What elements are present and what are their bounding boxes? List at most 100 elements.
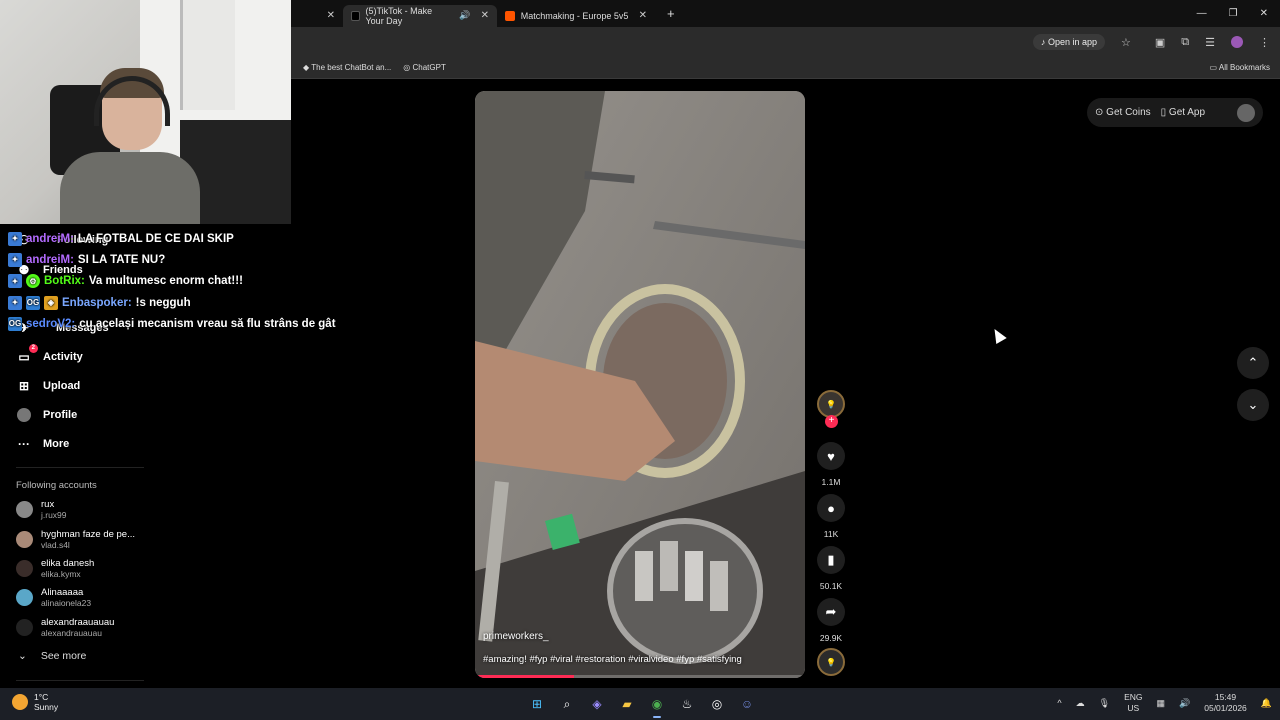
- avatar: [16, 501, 33, 518]
- browser-tab-bar: ✕ (5)TikTok - Make Your Day 🔊 ✕ Matchmak…: [291, 0, 1280, 27]
- obs-icon[interactable]: ◎: [707, 694, 727, 714]
- bookmark-label: The best ChatBot an...: [311, 63, 392, 72]
- activity-badge: 2: [28, 344, 38, 353]
- tab-title: (5)TikTok - Make Your Day: [365, 5, 433, 26]
- minimize-icon[interactable]: —: [1197, 8, 1207, 19]
- sidebar-item-more[interactable]: ··· More: [16, 436, 69, 452]
- save-button[interactable]: ▮: [817, 546, 845, 574]
- user-avatar[interactable]: [1237, 103, 1255, 122]
- next-video-button[interactable]: ⌄: [1237, 389, 1269, 421]
- new-tab-icon[interactable]: +: [667, 6, 675, 21]
- account-handle: j.rux99: [41, 510, 67, 520]
- following-accounts-title: Following accounts: [16, 480, 97, 491]
- sidebar-item-label: Activity: [43, 351, 83, 363]
- following-account[interactable]: Alinaaaaa alinaionela23: [16, 587, 156, 608]
- weather-temp: 1°C: [34, 692, 49, 702]
- sidebar-item-activity[interactable]: ▭ 2 Activity: [16, 344, 83, 365]
- windows-start-icon[interactable]: ⊞: [527, 694, 547, 714]
- menu-kebab-icon[interactable]: ⋮: [1259, 36, 1270, 49]
- weather-widget[interactable]: 1°C Sunny: [12, 692, 58, 712]
- bookmarks-bar: ◆ The best ChatBot an... ◎ ChatGPT ▭ All…: [291, 57, 1280, 79]
- language-indicator[interactable]: ENG US: [1124, 692, 1142, 714]
- notifications-icon[interactable]: 🔔: [1261, 698, 1272, 709]
- account-name: hyghman faze de pe...: [41, 529, 136, 540]
- screen: ✕ (5)TikTok - Make Your Day 🔊 ✕ Matchmak…: [0, 0, 1280, 720]
- chat-badge-icon: ✦: [8, 295, 22, 310]
- video-author[interactable]: primeworkers_: [483, 631, 549, 642]
- sidebar-item-upload[interactable]: ⊞ Upload: [16, 378, 80, 394]
- chevron-down-icon: ⌄: [18, 650, 27, 662]
- video-player[interactable]: primeworkers_ #amazing! #fyp #viral #res…: [475, 91, 805, 678]
- speaker-icon[interactable]: 🔊: [459, 10, 470, 21]
- close-tab-icon[interactable]: ✕: [481, 10, 489, 21]
- sound-disc-icon[interactable]: 💡: [817, 648, 845, 676]
- chat-message: ✦ OG ◈ Enbaspoker: !s negguh: [8, 292, 368, 313]
- following-account[interactable]: rux j.rux99: [16, 499, 156, 520]
- media-control-icon[interactable]: ☰: [1205, 36, 1215, 49]
- tab-unnamed[interactable]: ✕: [291, 5, 343, 27]
- see-more-button[interactable]: ⌄ See more: [18, 650, 86, 662]
- extension-icon[interactable]: ▣: [1155, 36, 1165, 49]
- sidebar-item-profile[interactable]: Profile: [16, 407, 77, 423]
- follow-plus-icon[interactable]: +: [825, 415, 838, 428]
- chat-text: Va multumesc enorm chat!!!: [88, 275, 243, 288]
- following-account[interactable]: elika danesh elika.kymx: [16, 558, 156, 579]
- save-count: 50.1K: [819, 581, 843, 591]
- chevron-up-icon[interactable]: ^: [1057, 698, 1061, 708]
- activity-icon: ▭ 2: [16, 344, 38, 365]
- chat-badge-icon: ✦: [8, 231, 22, 246]
- creator-avatar[interactable]: 💡: [817, 390, 845, 418]
- share-button[interactable]: ➦: [817, 598, 845, 626]
- window-controls: — ❐ ✕: [1197, 8, 1280, 19]
- bookmark-star-icon[interactable]: ☆: [1121, 36, 1131, 49]
- like-button[interactable]: ♥: [817, 442, 845, 470]
- bookmark-chatgpt[interactable]: ◎ ChatGPT: [403, 63, 446, 72]
- all-bookmarks-button[interactable]: ▭ All Bookmarks: [1210, 63, 1280, 72]
- microphone-icon[interactable]: 🎙: [1099, 698, 1110, 709]
- chat-message: ✦ andreiM: SI LA TATE NU?: [8, 249, 368, 270]
- chat-text: cu același mecanism vreau să flu strâns …: [79, 317, 336, 330]
- video-progress-fill: [475, 675, 574, 678]
- following-account[interactable]: hyghman faze de pe... vlad.s4l: [16, 529, 156, 550]
- chat-badge-icon: ✦: [8, 252, 22, 267]
- address-bar: ♪ Open in app ☆ ▣ ⧉ ☰ ⋮: [291, 27, 1280, 57]
- close-tab-icon[interactable]: ✕: [327, 10, 335, 21]
- tab-title: Matchmaking - Europe 5v5 Qu: [520, 10, 629, 21]
- webcam-person: [60, 68, 200, 224]
- mouse-cursor-icon: [989, 325, 1007, 345]
- network-icon[interactable]: ▦: [1157, 698, 1166, 709]
- profile-avatar-icon[interactable]: [1231, 36, 1243, 48]
- volume-icon[interactable]: 🔊: [1179, 698, 1190, 709]
- video-progress-bar[interactable]: [475, 675, 805, 678]
- get-app-button[interactable]: ▯ Get App: [1161, 107, 1205, 118]
- og-badge-icon: OG: [8, 316, 22, 331]
- search-icon[interactable]: ⌕: [557, 694, 577, 714]
- close-tab-icon[interactable]: ✕: [639, 10, 647, 21]
- get-coins-button[interactable]: ⊙ Get Coins: [1095, 107, 1151, 118]
- chat-text: LA FOTBAL DE CE DAI SKIP: [77, 232, 234, 245]
- copilot-icon[interactable]: ◈: [587, 694, 607, 714]
- window-close-icon[interactable]: ✕: [1260, 8, 1268, 19]
- steam-icon[interactable]: ♨: [677, 694, 697, 714]
- account-handle: alexandrauauau: [41, 628, 102, 638]
- following-account[interactable]: alexandraauauau alexandrauauau: [16, 617, 156, 638]
- previous-video-button[interactable]: ⌃: [1237, 347, 1269, 379]
- restore-icon[interactable]: ❐: [1229, 8, 1238, 19]
- comment-button[interactable]: ●: [817, 494, 845, 522]
- video-caption[interactable]: #amazing! #fyp #viral #restoration #vira…: [483, 654, 742, 665]
- onedrive-icon[interactable]: ☁: [1076, 698, 1085, 709]
- get-coins-label: Get Coins: [1106, 107, 1151, 118]
- file-explorer-icon[interactable]: ▰: [617, 694, 637, 714]
- bookmark-chatbot[interactable]: ◆ The best ChatBot an...: [303, 63, 391, 72]
- discord-icon[interactable]: ☺: [737, 694, 757, 714]
- puzzle-icon[interactable]: ⧉: [1181, 36, 1189, 49]
- chat-message: ✦ ⚙ BotRix: Va multumesc enorm chat!!!: [8, 271, 368, 292]
- sidebar-divider: [16, 680, 144, 681]
- clock[interactable]: 15:49 05/01/2026: [1204, 692, 1247, 714]
- tab-matchmaking[interactable]: Matchmaking - Europe 5v5 Qu ✕: [497, 5, 655, 27]
- chrome-icon[interactable]: ◉: [647, 694, 667, 718]
- faceit-favicon-icon: [505, 10, 515, 21]
- tab-tiktok[interactable]: (5)TikTok - Make Your Day 🔊 ✕: [343, 4, 497, 27]
- og-badge-icon: OG: [26, 295, 40, 310]
- open-in-app-button[interactable]: ♪ Open in app: [1032, 34, 1105, 50]
